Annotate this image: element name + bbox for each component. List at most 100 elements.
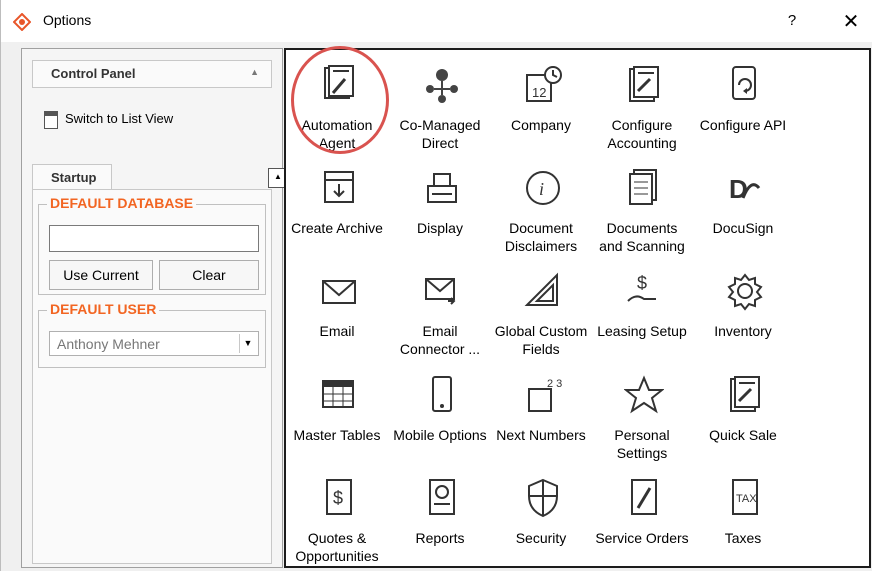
option-tile-label-line2: Connector ... (399, 341, 481, 357)
startup-panel: DEFAULT DATABASE Use Current Clear DEFAU… (32, 189, 272, 564)
option-tile[interactable]: Mobile Options (389, 365, 491, 465)
option-tile-label-line1: Configure API (699, 117, 787, 133)
option-tile-label-line1: Documents (606, 220, 678, 236)
archive-icon (324, 171, 354, 203)
option-tile-label: Next Numbers (490, 426, 592, 444)
option-tile-label-line2: Accounting (607, 135, 677, 151)
svg-text:$: $ (333, 488, 343, 508)
option-tile-label-line1: Configure (611, 117, 673, 133)
options-grid: Automation Agent Co-Managed Direct 12 Company… (284, 48, 871, 568)
service-wrench-icon (631, 479, 657, 515)
option-tile[interactable]: 12 Company (490, 55, 592, 155)
documents-icon (629, 169, 657, 205)
option-tile[interactable]: Email (286, 261, 388, 361)
option-tile-label-line1: Display (417, 220, 463, 236)
default-user-group: DEFAULT USER Anthony Mehner ▼ (38, 301, 266, 368)
table-icon (322, 380, 354, 408)
svg-text:TAX: TAX (736, 493, 757, 505)
option-tile[interactable]: TAX Taxes (692, 468, 794, 568)
option-tile-label: Configure API (692, 116, 794, 134)
option-tile[interactable]: i Document Disclaimers (490, 158, 592, 258)
option-tile-label-line1: Global Custom (494, 323, 588, 339)
options-window: Options ? ✕ Control Panel ▲ Switch to Li… (0, 0, 872, 571)
default-database-input[interactable] (49, 225, 259, 252)
use-current-button[interactable]: Use Current (49, 260, 153, 290)
option-tile-label-line1: Create Archive (291, 220, 383, 236)
option-tile-label-line1: Company (511, 117, 571, 133)
option-tile[interactable]: Global Custom Fields (490, 261, 592, 361)
tax-icon: TAX (732, 479, 758, 515)
default-user-select[interactable]: Anthony Mehner ▼ (49, 331, 259, 356)
close-button[interactable]: ✕ (839, 10, 863, 34)
option-tile[interactable]: Documents and Scanning (591, 158, 693, 258)
option-tile-label: Global Custom Fields (490, 322, 592, 358)
control-panel-header[interactable]: Control Panel ▲ (32, 60, 272, 88)
option-tile-label-line2: Disclaimers (504, 238, 578, 254)
option-tile-label-line1: Email (319, 323, 355, 339)
option-tile[interactable]: $ Leasing Setup (591, 261, 693, 361)
option-tile-label: Display (389, 219, 491, 237)
option-tile[interactable]: Automation Agent (286, 55, 388, 155)
option-tile[interactable]: Service Orders (591, 468, 693, 568)
svg-text:D: D (729, 174, 748, 204)
option-tile-label-line1: Email (422, 323, 458, 339)
option-tile-label-line1: Personal (614, 427, 670, 443)
option-tile-label-line1: Document (509, 220, 573, 236)
option-tile[interactable]: Inventory (692, 261, 794, 361)
clear-button[interactable]: Clear (159, 260, 259, 290)
option-tile-label-line1: Leasing Setup (597, 323, 687, 339)
network-icon (426, 69, 458, 103)
option-tile[interactable]: Reports (389, 468, 491, 568)
dropdown-arrow-icon[interactable]: ▼ (239, 334, 256, 353)
option-tile-label: Mobile Options (389, 426, 491, 444)
report-icon (429, 479, 455, 515)
register-icon (427, 173, 457, 203)
title-bar: Options ? ✕ (1, 0, 872, 42)
drafting-icon (524, 272, 558, 306)
option-tile[interactable]: Email Connector ... (389, 261, 491, 361)
option-tile-label: Personal Settings (591, 426, 693, 462)
option-tile-label: Automation Agent (286, 116, 388, 152)
option-tile-label: Configure Accounting (591, 116, 693, 152)
money-hand-icon: $ (627, 273, 656, 302)
option-tile-label-line1: Security (515, 530, 567, 546)
envelope-icon (322, 280, 356, 304)
svg-text:2 3: 2 3 (547, 378, 562, 390)
option-tile[interactable]: Create Archive (286, 158, 388, 258)
gear-icon (727, 273, 763, 311)
option-tile[interactable]: Master Tables (286, 365, 388, 465)
option-tile-label-line1: Mobile Options (393, 427, 487, 443)
quick-sale-icon (730, 376, 760, 412)
option-tile[interactable]: D DocuSign (692, 158, 794, 258)
option-tile-label: Master Tables (286, 426, 388, 444)
option-tile[interactable]: Configure API (692, 55, 794, 155)
shield-icon (528, 478, 558, 518)
option-tile-label: DocuSign (692, 219, 794, 237)
option-tile[interactable]: $ Quotes & Opportunities (286, 468, 388, 568)
option-tile-label-line1: DocuSign (712, 220, 774, 236)
option-tile[interactable]: Co-Managed Direct (389, 55, 491, 155)
default-user-legend: DEFAULT USER (47, 301, 160, 317)
option-tile[interactable]: Personal Settings (591, 365, 693, 465)
option-tile-label-line2: and Scanning (599, 238, 685, 254)
option-tile-label-line1: Quotes & (307, 530, 367, 546)
svg-text:$: $ (637, 273, 647, 293)
option-tile[interactable]: Configure Accounting (591, 55, 693, 155)
tab-startup[interactable]: Startup (32, 164, 112, 190)
option-tile[interactable]: Quick Sale (692, 365, 794, 465)
automation-agent-icon (324, 65, 354, 99)
option-tile[interactable]: Display (389, 158, 491, 258)
option-tile-label-line1: Co-Managed (399, 117, 481, 133)
option-tile[interactable]: 2 3 Next Numbers (490, 365, 592, 465)
option-tile[interactable]: Security (490, 468, 592, 568)
option-tile-label: Quotes & Opportunities (286, 529, 388, 565)
ledger-icon (629, 66, 659, 102)
star-icon (624, 375, 664, 414)
quote-dollar-icon: $ (326, 479, 352, 515)
option-tile-label: Document Disclaimers (490, 219, 592, 255)
left-panel: Control Panel ▲ Switch to List View Star… (21, 48, 288, 568)
help-button[interactable]: ? (781, 10, 803, 32)
collapse-caret-icon[interactable]: ▲ (250, 67, 259, 77)
default-database-legend: DEFAULT DATABASE (47, 195, 197, 211)
option-tile-label-line2: Settings (616, 445, 668, 461)
